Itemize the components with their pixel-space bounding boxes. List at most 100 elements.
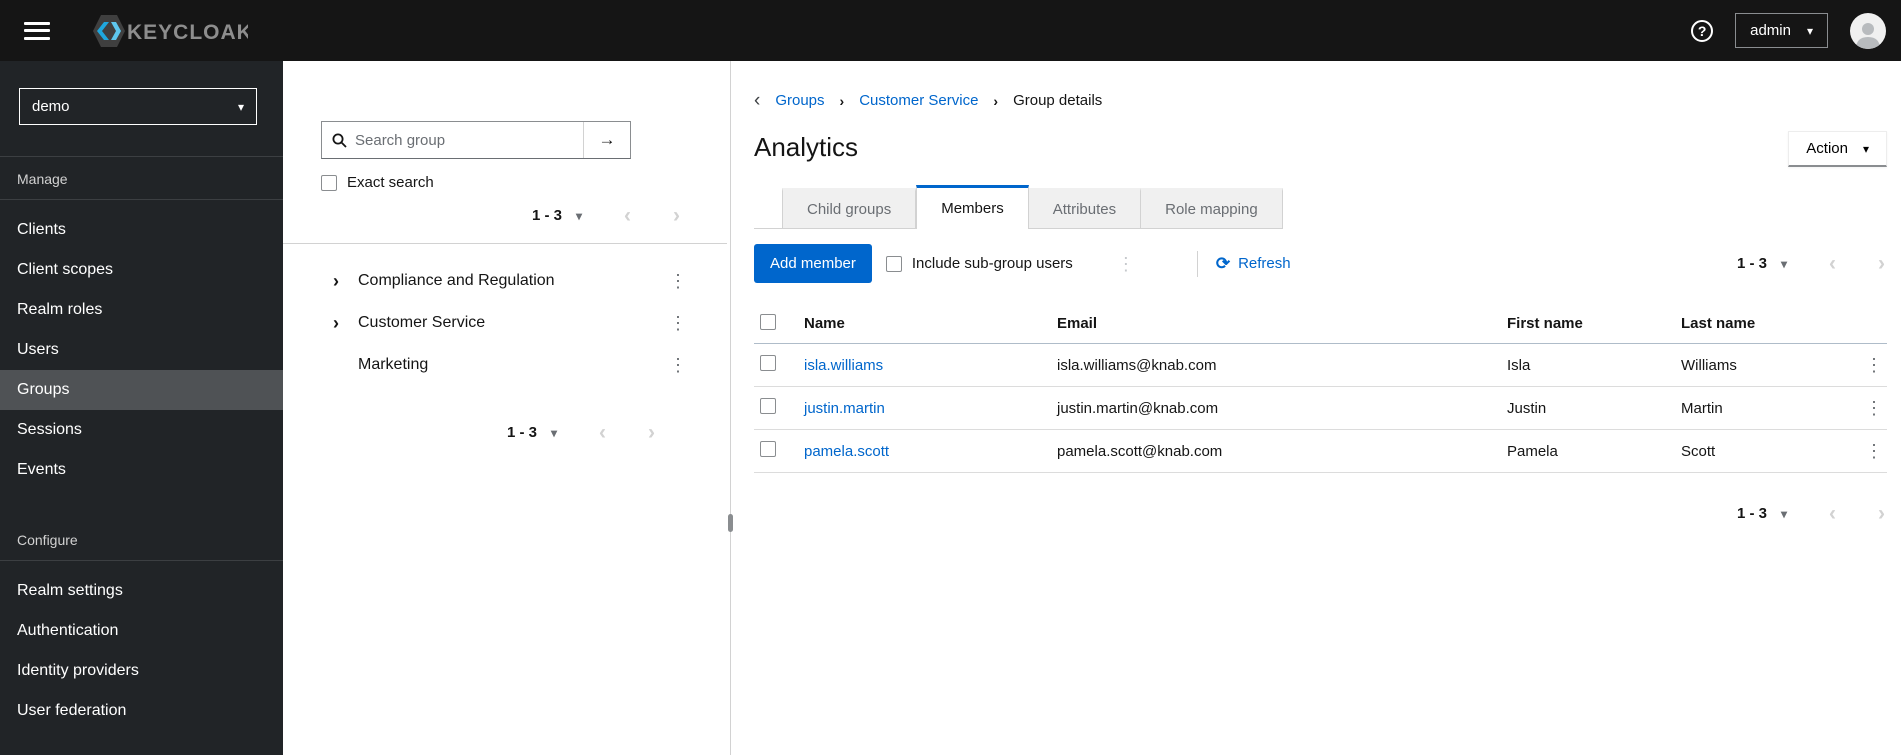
chevron-down-icon: ▾ <box>1862 141 1869 156</box>
tab-child-groups[interactable]: Child groups <box>782 188 917 228</box>
sidebar-item-user-federation[interactable]: User federation <box>0 691 283 731</box>
person-icon <box>1856 22 1880 49</box>
next-page-button[interactable]: › <box>1878 503 1885 524</box>
chevron-down-icon: ▾ <box>550 425 557 440</box>
group-name[interactable]: Marketing <box>358 356 428 374</box>
sidebar-section-configure: Configure <box>17 532 78 548</box>
row-kebab-menu-icon[interactable]: ⋮ <box>1861 356 1887 374</box>
column-header-email: Email <box>1057 315 1098 332</box>
pagination-range: 1 - 3 <box>531 207 562 224</box>
panel-splitter <box>727 61 734 755</box>
group-name[interactable]: Compliance and Regulation <box>358 272 555 290</box>
pagination-range: 1 - 3 <box>1736 505 1767 522</box>
sidebar-item-events[interactable]: Events <box>0 450 283 490</box>
table-header-row: Name Email First name Last name <box>754 304 1887 344</box>
chevron-down-icon: ▾ <box>1806 23 1813 38</box>
next-page-button[interactable]: › <box>673 205 680 226</box>
row-kebab-menu-icon[interactable]: ⋮ <box>1861 442 1887 460</box>
member-last-name: Martin <box>1681 399 1723 417</box>
sidebar-item-groups[interactable]: Groups <box>0 370 283 410</box>
group-name[interactable]: Customer Service <box>358 314 485 332</box>
kebab-menu-icon[interactable]: ⋮ <box>665 272 691 290</box>
sidebar-item-clients[interactable]: Clients <box>0 210 283 250</box>
search-submit-button[interactable]: → <box>583 122 630 158</box>
previous-page-button[interactable]: ‹ <box>1829 253 1836 274</box>
next-page-button[interactable]: › <box>1878 253 1885 274</box>
member-email: pamela.scott@knab.com <box>1057 442 1223 460</box>
add-member-button[interactable]: Add member <box>754 244 872 283</box>
include-subgroup-label: Include sub-group users <box>911 255 1073 272</box>
sidebar-item-realm-settings[interactable]: Realm settings <box>0 571 283 611</box>
row-checkbox[interactable] <box>760 441 776 457</box>
include-subgroup-checkbox[interactable] <box>885 255 902 272</box>
table-row: isla.williams isla.williams@knab.com Isl… <box>754 344 1887 387</box>
row-checkbox[interactable] <box>760 398 776 414</box>
realm-select[interactable]: demo ▾ <box>19 88 257 125</box>
column-header-name: Name <box>804 315 845 332</box>
member-name-link[interactable]: isla.williams <box>804 357 1057 374</box>
refresh-icon: ⟳ <box>1215 254 1231 273</box>
refresh-button[interactable]: ⟳ Refresh <box>1216 255 1291 272</box>
chevron-down-icon: ▾ <box>237 99 244 114</box>
group-tree-item-compliance-and-regulation: › Compliance and Regulation ⋮ <box>283 260 727 302</box>
sidebar-item-authentication[interactable]: Authentication <box>0 611 283 651</box>
select-all-checkbox[interactable] <box>760 313 776 330</box>
member-first-name: Isla <box>1507 356 1531 374</box>
realm-select-value: demo <box>32 98 70 115</box>
user-menu-label: admin <box>1750 22 1791 39</box>
tab-role-mapping[interactable]: Role mapping <box>1141 188 1283 228</box>
row-checkbox[interactable] <box>760 355 776 371</box>
nav-toggle-hamburger-icon[interactable] <box>24 21 50 40</box>
sidebar: demo ▾ Manage Clients Client scopes Real… <box>0 61 283 755</box>
column-header-first-name: First name <box>1507 315 1583 332</box>
action-dropdown[interactable]: Action ▾ <box>1788 131 1887 167</box>
members-table: Name Email First name Last name isla.wil… <box>754 304 1887 473</box>
kebab-menu-icon[interactable]: ⋮ <box>665 314 691 332</box>
expand-chevron-icon[interactable]: › <box>327 314 345 332</box>
next-page-button[interactable]: › <box>648 422 655 443</box>
sidebar-item-client-scopes[interactable]: Client scopes <box>0 250 283 290</box>
per-page-toggle[interactable]: 1 - 3 ▾ <box>532 207 582 224</box>
breadcrumb-groups-link[interactable]: Groups <box>775 92 824 109</box>
previous-page-button[interactable]: ‹ <box>1829 503 1836 524</box>
member-first-name: Justin <box>1507 399 1547 417</box>
sidebar-item-identity-providers[interactable]: Identity providers <box>0 651 283 691</box>
previous-page-button[interactable]: ‹ <box>599 422 606 443</box>
previous-page-button[interactable]: ‹ <box>624 205 631 226</box>
group-details-main: ‹ Groups › Customer Service › Group deta… <box>734 61 1901 755</box>
keycloak-logo: KEYCLOAK <box>90 13 248 49</box>
member-name-link[interactable]: pamela.scott <box>804 443 1057 460</box>
sidebar-item-sessions[interactable]: Sessions <box>0 410 283 450</box>
tree-pagination-bottom: 1 - 3 ▾ ‹ › <box>283 422 655 443</box>
members-pagination-top: 1 - 3 ▾ ‹ › <box>1737 253 1885 274</box>
row-kebab-menu-icon[interactable]: ⋮ <box>1861 399 1887 417</box>
per-page-toggle[interactable]: 1 - 3 ▾ <box>507 424 557 441</box>
panel-resize-handle[interactable] <box>728 514 733 532</box>
user-menu-dropdown[interactable]: admin ▾ <box>1735 13 1828 48</box>
group-tree-item-marketing: Marketing ⋮ <box>283 344 727 386</box>
arrow-right-icon: → <box>598 130 616 149</box>
kebab-menu-icon[interactable]: ⋮ <box>665 356 691 374</box>
per-page-toggle[interactable]: 1 - 3 ▾ <box>1737 255 1787 272</box>
avatar[interactable] <box>1850 12 1886 49</box>
breadcrumb-back-icon[interactable]: ‹ <box>754 91 760 110</box>
tab-attributes[interactable]: Attributes <box>1028 188 1142 228</box>
refresh-label: Refresh <box>1238 255 1291 272</box>
sidebar-item-users[interactable]: Users <box>0 330 283 370</box>
help-icon[interactable]: ? <box>1691 19 1714 42</box>
per-page-toggle[interactable]: 1 - 3 ▾ <box>1737 505 1787 522</box>
tab-members[interactable]: Members <box>916 185 1029 229</box>
group-tree: › Compliance and Regulation ⋮ › Customer… <box>283 244 727 386</box>
exact-search-checkbox[interactable] <box>321 174 337 191</box>
search-group-input[interactable] <box>355 131 573 149</box>
group-detail-tabs: Child groups Members Attributes Role map… <box>754 185 1283 229</box>
member-first-name: Pamela <box>1507 442 1558 460</box>
chevron-down-icon: ▾ <box>1780 506 1787 521</box>
member-last-name: Williams <box>1681 356 1737 374</box>
sidebar-item-realm-roles[interactable]: Realm roles <box>0 290 283 330</box>
expand-chevron-icon[interactable]: › <box>327 272 345 290</box>
breadcrumb-customer-service-link[interactable]: Customer Service <box>859 92 978 109</box>
sidebar-section-manage: Manage <box>17 171 68 187</box>
toolbar-kebab-menu-icon[interactable]: ⋮ <box>1113 255 1139 273</box>
member-name-link[interactable]: justin.martin <box>804 400 1057 417</box>
